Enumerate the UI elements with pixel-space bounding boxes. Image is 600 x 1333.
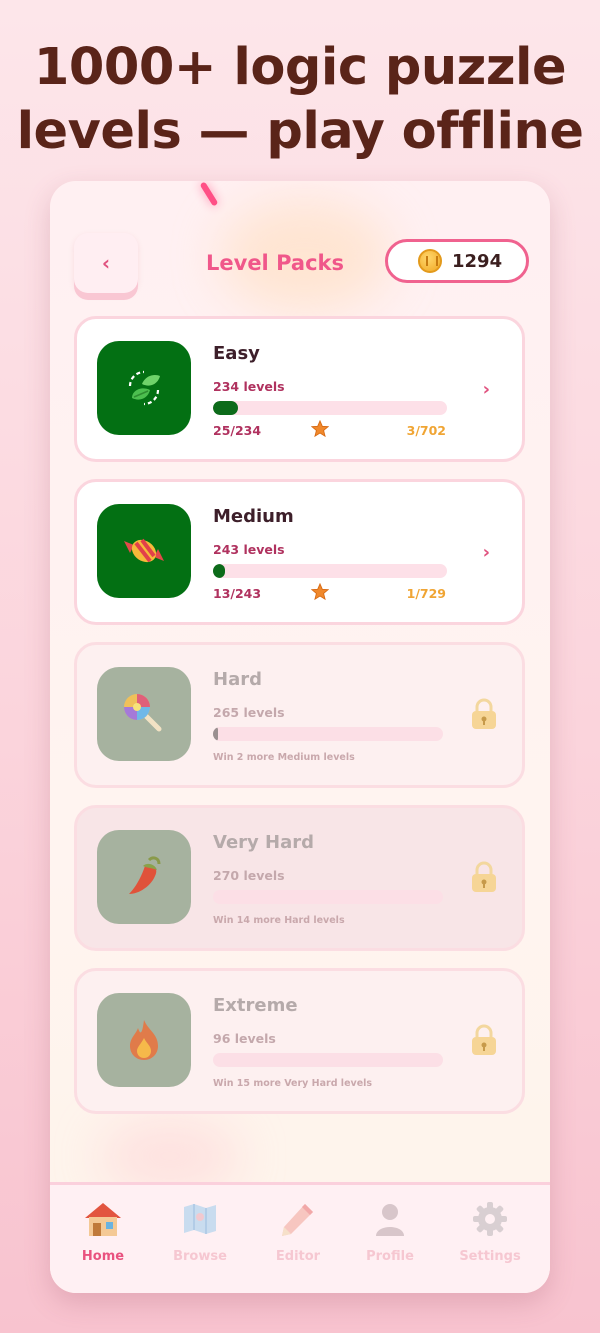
page-title: Level Packs [206,251,344,275]
progress-bar [213,727,443,741]
decor-spark [199,181,219,207]
chevron-right-icon: › [482,379,490,400]
promo-headline: 1000+ logic puzzle levels — play offline [0,36,600,164]
pack-name: Extreme [213,995,298,1016]
progress-bar [213,1053,443,1067]
pencil-icon [253,1199,343,1239]
unlock-requirement: Win 14 more Hard levels [213,915,345,926]
tab-label: Editor [275,1249,321,1264]
tab-label: Home [81,1249,125,1264]
star-icon [311,420,329,438]
phone-screen: ‹ Level Packs 1294 Easy 234 levels 25/23… [50,181,550,1293]
pack-card-very-hard[interactable]: Very Hard 270 levels Win 14 more Hard le… [74,805,525,951]
map-icon [155,1199,245,1239]
promo-headline-line2: levels — play offline [16,102,584,161]
pack-level-count: 234 levels [213,379,285,394]
unlock-requirement: Win 15 more Very Hard levels [213,1078,373,1089]
coin-count: 1294 [452,250,503,272]
pack-name: Medium [213,506,294,527]
progress-bar-fill [213,401,239,415]
pack-card-hard[interactable]: Hard 265 levels Win 2 more Medium levels [74,642,525,788]
tab-label: Profile [366,1249,414,1264]
pack-card-easy[interactable]: Easy 234 levels 25/234 3/702 › [74,316,525,462]
pack-name: Very Hard [213,832,315,853]
chevron-right-icon: › [482,542,490,563]
tab-home[interactable]: Home [58,1199,148,1264]
progress-bar-fill [213,727,218,741]
tab-settings[interactable]: Settings [445,1199,535,1264]
lock-icon [472,698,496,729]
chili-pepper-icon [97,830,191,924]
lock-icon [472,1024,496,1055]
progress-bar [213,401,447,415]
tab-label: Settings [459,1249,521,1264]
tab-profile[interactable]: Profile [345,1199,435,1264]
pack-name: Easy [213,343,260,364]
progress-bar [213,890,443,904]
tab-editor[interactable]: Editor [253,1199,343,1264]
coin-balance[interactable]: 1294 [385,239,529,283]
tab-label: Browse [173,1249,227,1264]
pack-name: Hard [213,669,262,690]
promo-headline-line1: 1000+ logic puzzle [33,38,567,97]
stars-earned: 1/729 [406,586,446,601]
progress-bar-fill [213,564,226,578]
star-icon [311,583,329,601]
tab-browse[interactable]: Browse [155,1199,245,1264]
pack-card-medium[interactable]: Medium 243 levels 13/243 1/729 › [74,479,525,625]
bottom-tab-bar: Home Browse Editor Profile Settings [50,1182,550,1293]
fire-icon [97,993,191,1087]
home-icon [58,1199,148,1239]
levels-completed: 13/243 [213,586,262,601]
gear-icon [445,1199,535,1239]
pack-level-count: 96 levels [213,1031,276,1046]
lollipop-icon [97,667,191,761]
pack-card-extreme[interactable]: Extreme 96 levels Win 15 more Very Hard … [74,968,525,1114]
person-icon [345,1199,435,1239]
pack-level-count: 243 levels [213,542,285,557]
coin-icon [418,249,442,273]
candy-icon [97,504,191,598]
levels-completed: 25/234 [213,423,262,438]
chevron-left-icon: ‹ [101,251,111,275]
pack-level-count: 270 levels [213,868,285,883]
unlock-requirement: Win 2 more Medium levels [213,752,355,763]
progress-bar [213,564,447,578]
decor-glow [100,1121,240,1191]
stars-earned: 3/702 [406,423,446,438]
lock-icon [472,861,496,892]
leaf-icon [97,341,191,435]
pack-level-count: 265 levels [213,705,285,720]
back-button[interactable]: ‹ [74,233,138,293]
